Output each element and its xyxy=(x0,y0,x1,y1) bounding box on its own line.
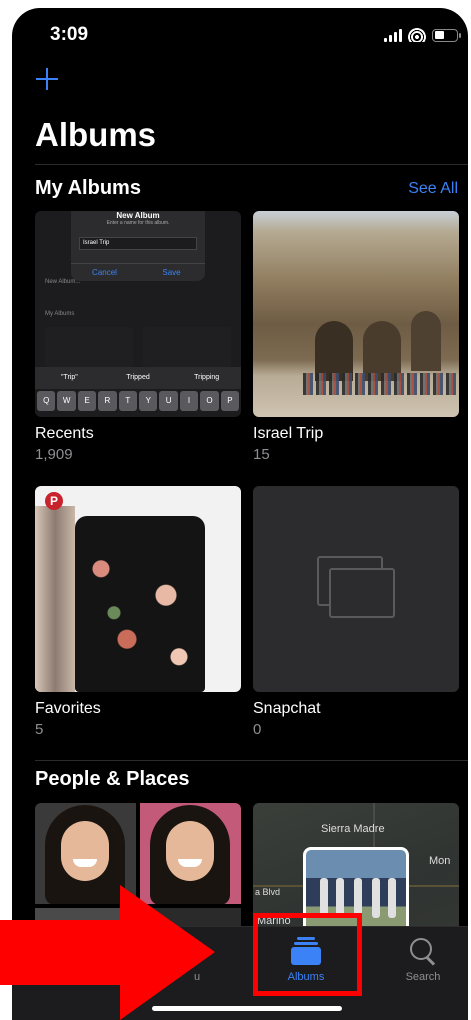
photo-arch xyxy=(315,321,353,381)
dialog-cancel: Cancel xyxy=(92,268,117,277)
album-snapchat[interactable]: Snapchat 0 xyxy=(253,486,459,738)
keyboard-suggestions: "Trip" Tripped Tripping xyxy=(35,367,241,389)
label-my-albums: My Albums xyxy=(45,311,75,317)
key: Y xyxy=(139,391,158,411)
key: I xyxy=(179,391,199,411)
placeholder-box xyxy=(143,327,231,367)
tab-search[interactable]: Search xyxy=(368,937,468,983)
battery-icon xyxy=(432,28,461,42)
signal-icon xyxy=(384,28,402,42)
see-all-link[interactable]: See All xyxy=(408,180,458,198)
tab-label: Search xyxy=(405,971,441,983)
wifi-icon xyxy=(408,28,426,42)
album-count: 1,909 xyxy=(35,446,73,463)
map-label: Mon xyxy=(429,855,451,867)
dialog-subtitle: Enter a name for this album. xyxy=(106,220,170,226)
page-title: Albums xyxy=(35,116,157,153)
divider xyxy=(35,760,468,761)
key: Q xyxy=(37,391,56,411)
photo-jacket xyxy=(75,516,205,692)
suggestion: Tripping xyxy=(194,374,220,381)
album-name: Recents xyxy=(35,425,94,442)
album-count: 15 xyxy=(253,446,270,463)
dialog-save: Save xyxy=(162,268,181,277)
suggestion: Tripped xyxy=(126,374,150,381)
new-album-dialog: New Album Enter a name for this album. I… xyxy=(71,211,205,281)
album-name: Snapchat xyxy=(253,700,321,717)
key: T xyxy=(118,391,138,411)
pinterest-icon: P xyxy=(45,492,63,510)
keyboard-row: Q W E R T Y U I O P xyxy=(37,391,240,411)
people-places-title: People & Places xyxy=(35,768,190,790)
album-israel-trip[interactable]: Israel Trip 15 xyxy=(253,211,459,463)
map-label: Sierra Madre xyxy=(321,823,385,835)
photo-crowd xyxy=(303,373,459,395)
photo-arch xyxy=(411,311,441,371)
key: U xyxy=(159,391,178,411)
album-count: 0 xyxy=(253,721,262,738)
phone-screen: 3:09 Albums My Albums See All New Album … xyxy=(12,8,468,1020)
map-label: a Blvd xyxy=(255,887,281,897)
photo-clothes xyxy=(35,506,75,692)
album-recents[interactable]: New Album Enter a name for this album. I… xyxy=(35,211,241,463)
suggestion: "Trip" xyxy=(60,374,78,381)
key: P xyxy=(220,391,240,411)
photo-arch xyxy=(363,321,401,381)
key: E xyxy=(77,391,97,411)
album-name: Israel Trip xyxy=(253,425,324,442)
israel-trip-thumbnail xyxy=(253,211,459,417)
placeholder-box xyxy=(45,327,133,367)
label-new-album: New Album... xyxy=(45,279,81,285)
key: R xyxy=(98,391,117,411)
album-name: Favorites xyxy=(35,700,101,717)
divider xyxy=(35,164,468,165)
albums-tab-highlight xyxy=(253,913,362,996)
my-albums-title: My Albums xyxy=(35,177,141,199)
status-icons xyxy=(384,28,461,42)
recents-thumbnail: New Album Enter a name for this album. I… xyxy=(35,211,241,417)
status-time: 3:09 xyxy=(50,24,89,45)
key: W xyxy=(57,391,76,411)
annotation-arrow-icon xyxy=(0,885,215,1020)
dialog-title: New Album xyxy=(116,211,160,220)
favorites-thumbnail: P xyxy=(35,486,241,692)
search-icon xyxy=(408,937,438,967)
key: O xyxy=(200,391,219,411)
album-favorites[interactable]: P Favorites 5 xyxy=(35,486,241,738)
dialog-field: Israel Trip xyxy=(79,237,197,250)
album-count: 5 xyxy=(35,721,44,738)
add-album-button[interactable] xyxy=(34,66,60,92)
snapchat-thumbnail xyxy=(253,486,459,692)
